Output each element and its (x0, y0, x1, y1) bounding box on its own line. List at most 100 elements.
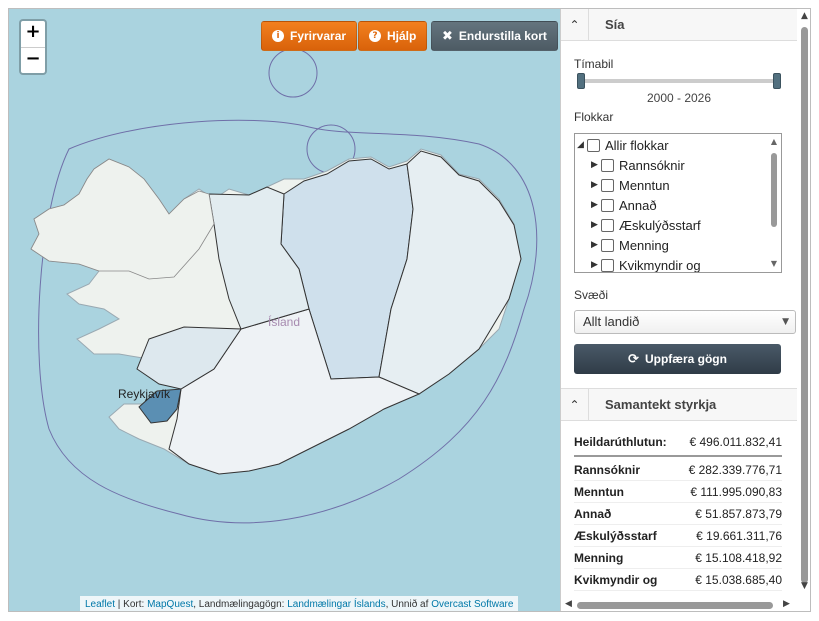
map-view[interactable]: + − i Fyrirvarar ? Hjálp ✖ Endurstilla k… (9, 9, 560, 611)
sidebar-horizontal-scrollbar[interactable]: ◀ ▶ (561, 597, 797, 611)
scroll-down-arrow-icon[interactable]: ▼ (768, 259, 780, 268)
overcast-link[interactable]: Overcast Software (431, 599, 513, 610)
region-select-value: Allt landið (583, 314, 640, 329)
mapquest-link[interactable]: MapQuest (147, 599, 193, 610)
tree-item-label: Annað (619, 197, 657, 213)
zoom-in-button[interactable]: + (21, 21, 45, 47)
tree-item[interactable]: ▶ Æskulýðsstarf (591, 215, 701, 235)
close-icon: ✖ (442, 28, 453, 44)
disclaimer-button-label: Fyrirvarar (290, 29, 347, 43)
map-attribution: Leaflet | Kort: MapQuest, Landmælingagög… (80, 596, 519, 611)
scroll-left-arrow-icon[interactable]: ◀ (565, 599, 572, 609)
summary-row: Menntun € 111.995.090,83 (574, 481, 782, 503)
chevron-up-icon[interactable]: ⌃ (561, 9, 589, 40)
categories-tree: ◢ Allir flokkar ▶ Rannsóknir ▶ Menntun ▶… (574, 133, 782, 273)
attribution-text-1: | Kort: (115, 599, 148, 610)
summary-row-value: € 19.661.311,76 (696, 528, 782, 543)
expand-triangle-icon[interactable]: ▶ (591, 180, 601, 190)
region-label: Svæði (574, 288, 609, 302)
reset-map-button[interactable]: ✖ Endurstilla kort (431, 21, 558, 51)
tree-scroll-thumb[interactable] (771, 153, 777, 227)
country-label: Ísland (268, 315, 301, 329)
update-data-button-label: Uppfæra gögn (644, 352, 727, 366)
summary-total-label: Heildarúthlutun: (574, 435, 667, 449)
expand-triangle-icon[interactable]: ▶ (591, 160, 601, 170)
period-range-text: 2000 - 2026 (646, 91, 712, 105)
checkbox-all[interactable] (587, 138, 600, 152)
zoom-control: + − (19, 19, 47, 75)
summary-row: Kvikmyndir og € 15.038.685,40 (574, 569, 782, 591)
expand-triangle-icon[interactable]: ▶ (591, 260, 601, 270)
help-button-label: Hjálp (387, 29, 417, 43)
checkbox[interactable] (601, 158, 614, 172)
summary-row-value: € 15.108.418,92 (695, 550, 782, 565)
sidebar-hscroll-thumb[interactable] (577, 602, 773, 609)
question-icon: ? (369, 30, 381, 42)
sidebar-vertical-scrollbar[interactable]: ▲ ▼ (797, 9, 810, 597)
tree-item-all[interactable]: ◢ Allir flokkar (577, 135, 669, 155)
summary-row-label: Menntun (574, 484, 624, 499)
leaflet-link[interactable]: Leaflet (85, 599, 115, 610)
scroll-up-arrow-icon[interactable]: ▲ (797, 11, 810, 21)
checkbox[interactable] (601, 238, 614, 252)
app-frame: + − i Fyrirvarar ? Hjálp ✖ Endurstilla k… (8, 8, 811, 612)
summary-panel-title: Samantekt styrkja (605, 397, 717, 412)
iceland-map-graphic (30, 48, 538, 524)
tree-item-label: Kvikmyndir og (619, 257, 701, 273)
chevron-down-icon: ▼ (782, 317, 789, 327)
summary-row-value: € 282.339.776,71 (688, 462, 782, 477)
zoom-out-button[interactable]: − (21, 47, 45, 73)
reset-map-button-label: Endurstilla kort (458, 29, 547, 43)
disclaimer-button[interactable]: i Fyrirvarar (261, 21, 358, 51)
tree-scrollbar[interactable]: ▲ ▼ (768, 135, 780, 271)
checkbox[interactable] (601, 178, 614, 192)
scroll-up-arrow-icon[interactable]: ▲ (768, 137, 780, 146)
scroll-down-arrow-icon[interactable]: ▼ (797, 581, 810, 591)
lmi-link[interactable]: Landmælingar Íslands (287, 599, 385, 610)
tree-item[interactable]: ▶ Menntun (591, 175, 670, 195)
summary-row-label: Annað (574, 506, 612, 521)
checkbox[interactable] (601, 198, 614, 212)
tree-item[interactable]: ▶ Annað (591, 195, 657, 215)
chevron-up-icon[interactable]: ⌃ (561, 389, 589, 420)
checkbox[interactable] (601, 258, 614, 272)
summary-row-value: € 15.038.685,40 (695, 572, 782, 587)
summary-table: Heildarúthlutun: € 496.011.832,41 Rannsó… (574, 429, 782, 591)
summary-row: Menning € 15.108.418,92 (574, 547, 782, 569)
info-icon: i (272, 30, 284, 42)
filter-panel-header[interactable]: ⌃ Sía (561, 9, 797, 41)
checkbox[interactable] (601, 218, 614, 232)
categories-label: Flokkar (574, 110, 614, 124)
summary-row-label: Menning (574, 550, 624, 565)
region-select[interactable]: Allt landið ▼ (574, 310, 796, 334)
help-button[interactable]: ? Hjálp (358, 21, 428, 51)
city-label: Reykjavík (118, 387, 171, 401)
island-boundary-circle (268, 48, 318, 98)
summary-panel: ⌃ Samantekt styrkja (561, 388, 797, 421)
scroll-right-arrow-icon[interactable]: ▶ (783, 599, 790, 609)
update-data-button[interactable]: ⟳ Uppfæra gögn (574, 344, 781, 374)
expanded-triangle-icon[interactable]: ◢ (577, 140, 587, 150)
tree-item[interactable]: ▶ Menning (591, 235, 669, 255)
period-slider[interactable] (577, 79, 781, 83)
summary-row-value: € 51.857.873,79 (695, 506, 782, 521)
summary-row: Annað € 51.857.873,79 (574, 503, 782, 525)
expand-triangle-icon[interactable]: ▶ (591, 200, 601, 210)
expand-triangle-icon[interactable]: ▶ (591, 220, 601, 230)
summary-row: Æskulýðsstarf € 19.661.311,76 (574, 525, 782, 547)
summary-panel-header[interactable]: ⌃ Samantekt styrkja (561, 389, 797, 421)
sidebar-scroll-thumb[interactable] (801, 27, 808, 583)
tree-item-label: Æskulýðsstarf (619, 217, 701, 233)
sidebar: ⌃ Sía Tímabil 2000 - 2026 Flokkar ◢ Alli… (560, 9, 810, 611)
summary-row: Rannsóknir € 282.339.776,71 (574, 459, 782, 481)
tree-item[interactable]: ▶ Rannsóknir (591, 155, 685, 175)
expand-triangle-icon[interactable]: ▶ (591, 240, 601, 250)
period-slider-start-handle[interactable] (577, 73, 585, 89)
tree-item-label: Menntun (619, 177, 670, 193)
summary-row-label: Kvikmyndir og (574, 572, 658, 587)
refresh-icon: ⟳ (628, 351, 639, 367)
period-slider-end-handle[interactable] (773, 73, 781, 89)
tree-item[interactable]: ▶ Kvikmyndir og (591, 255, 701, 273)
filter-panel-title: Sía (605, 17, 625, 32)
summary-row-value: € 111.995.090,83 (690, 484, 782, 499)
